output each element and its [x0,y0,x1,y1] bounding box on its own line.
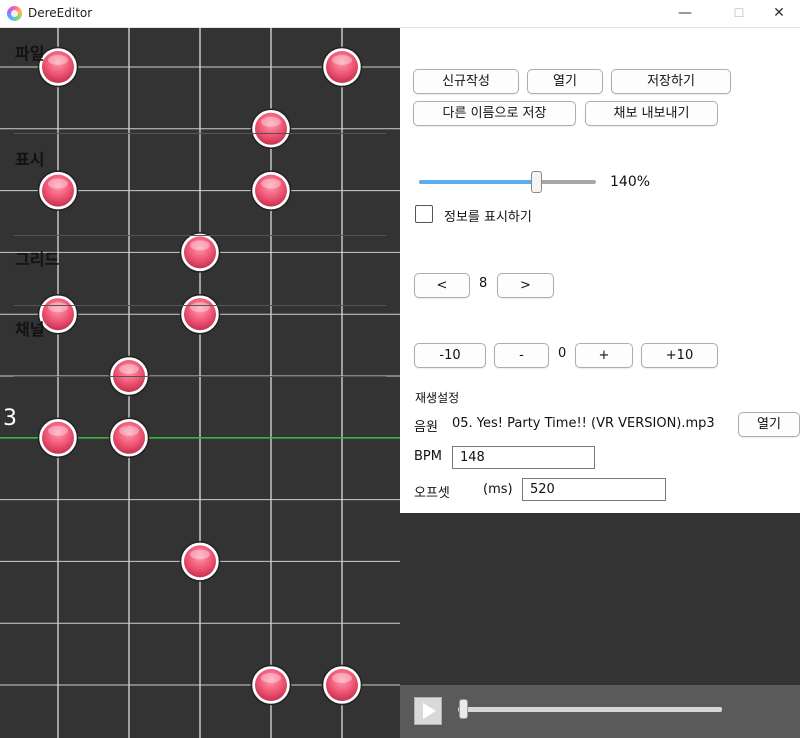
show-info-label: 정보를 표시하기 [444,210,532,225]
note-grid[interactable] [0,28,400,738]
tap-note[interactable] [179,541,221,582]
channel-section-title: 채널 [15,320,45,339]
channel-minus-button[interactable]: - [494,343,549,368]
seek-bar-track[interactable] [458,707,722,712]
audio-label: 음원 [414,420,438,435]
channel-value: 0 [558,346,567,361]
tap-note[interactable] [321,664,363,706]
tap-note[interactable] [250,170,292,211]
chart-editor-canvas[interactable]: 3 [0,28,400,738]
channel-plus10-button[interactable]: +10 [641,343,718,368]
app-logo-icon [7,6,22,21]
tap-note[interactable] [179,293,221,335]
grid-increase-button[interactable]: > [497,273,554,298]
save-button[interactable]: 저장하기 [611,69,731,94]
offset-input[interactable]: 520 [522,478,666,501]
offset-label: 오프셋 [414,486,450,501]
display-section-title: 표시 [15,150,45,169]
tap-note[interactable] [108,417,150,459]
show-info-checkbox[interactable] [415,205,433,223]
grid-value: 8 [479,276,488,291]
title-bar: DereEditor — ☐ ✕ [0,0,800,28]
window-title: DereEditor [28,6,93,20]
zoom-slider-track[interactable] [419,180,596,184]
export-chart-button[interactable]: 채보 내보내기 [585,101,718,126]
tap-note[interactable] [321,46,363,88]
bpm-input[interactable]: 148 [452,446,595,469]
audio-file-name: 05. Yes! Party Time!! (VR VERSION).mp3 [452,416,715,431]
tap-note[interactable] [37,170,79,211]
zoom-slider-fill [419,180,536,184]
divider [14,133,386,134]
divider [14,376,386,377]
channel-plus-button[interactable]: + [575,343,633,368]
save-as-button[interactable]: 다른 이름으로 저장 [413,101,576,126]
bpm-label: BPM [414,449,442,464]
divider [14,235,386,236]
measure-number: 3 [3,406,17,431]
grid-decrease-button[interactable]: < [414,273,470,298]
close-button[interactable]: ✕ [756,0,800,28]
divider [14,305,386,306]
file-section-title: 파일 [15,44,45,63]
app-window: DereEditor — ☐ ✕ 3 파일 신규작성 열기 저장하기 다른 이름… [0,0,800,738]
audio-open-button[interactable]: 열기 [738,412,800,437]
minimize-button[interactable]: — [662,0,708,28]
tap-note[interactable] [250,108,292,150]
play-icon[interactable] [414,697,442,725]
zoom-value: 140% [610,174,651,190]
channel-minus10-button[interactable]: -10 [414,343,486,368]
tap-note[interactable] [179,232,221,273]
playback-section-title: 재생설정 [415,391,460,405]
offset-unit: (ms) [483,482,513,497]
panel-background [400,513,800,685]
zoom-slider-thumb[interactable] [530,171,542,193]
grid-section-title: 그리드 [15,250,60,269]
tap-note[interactable] [250,664,292,706]
new-file-button[interactable]: 신규작성 [413,69,519,94]
open-file-button[interactable]: 열기 [527,69,603,94]
tap-note[interactable] [37,417,79,459]
seek-bar-thumb[interactable] [458,699,468,719]
